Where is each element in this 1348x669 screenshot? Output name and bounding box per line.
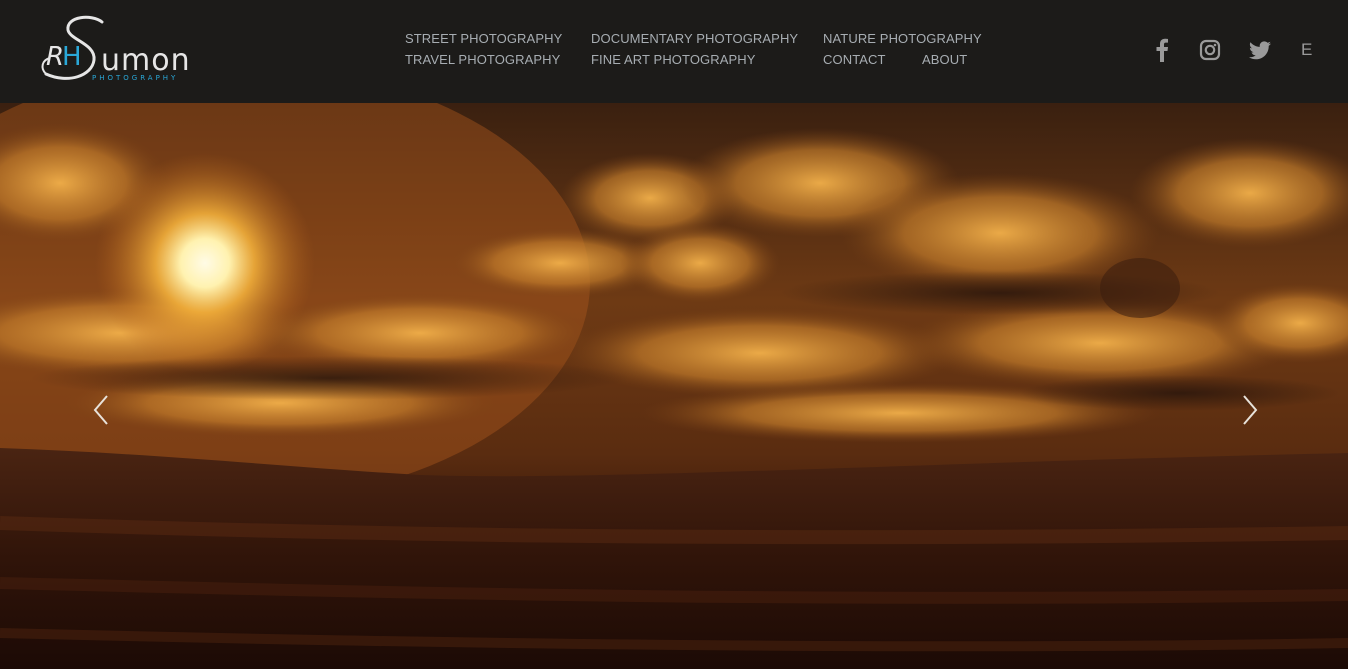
- twitter-icon[interactable]: [1248, 38, 1272, 62]
- logo-tagline: PHOTOGRAPHY: [92, 74, 178, 82]
- language-switch[interactable]: E: [1301, 40, 1312, 60]
- nav-street-photography[interactable]: STREET PHOTOGRAPHY: [405, 30, 562, 48]
- logo-initial-h: H: [62, 42, 82, 72]
- site-logo[interactable]: R H umon PHOTOGRAPHY: [40, 14, 196, 88]
- nav-fine-art-photography[interactable]: FINE ART PHOTOGRAPHY: [591, 51, 756, 69]
- site-header: R H umon PHOTOGRAPHY STREET PHOTOGRAPHY …: [0, 0, 1348, 103]
- logo-name: umon: [101, 43, 191, 78]
- hero-slider: [0, 103, 1348, 669]
- instagram-icon[interactable]: [1199, 38, 1221, 62]
- nav-contact[interactable]: CONTACT: [823, 51, 886, 69]
- nav-travel-photography[interactable]: TRAVEL PHOTOGRAPHY: [405, 51, 560, 69]
- nav-about[interactable]: ABOUT: [922, 51, 967, 69]
- nav-documentary-photography[interactable]: DOCUMENTARY PHOTOGRAPHY: [591, 30, 798, 48]
- chevron-left-icon[interactable]: [89, 393, 113, 427]
- hero-image: [0, 103, 1348, 669]
- nav-nature-photography[interactable]: NATURE PHOTOGRAPHY: [823, 30, 982, 48]
- facebook-icon[interactable]: [1155, 38, 1169, 62]
- chevron-right-icon[interactable]: [1238, 393, 1262, 427]
